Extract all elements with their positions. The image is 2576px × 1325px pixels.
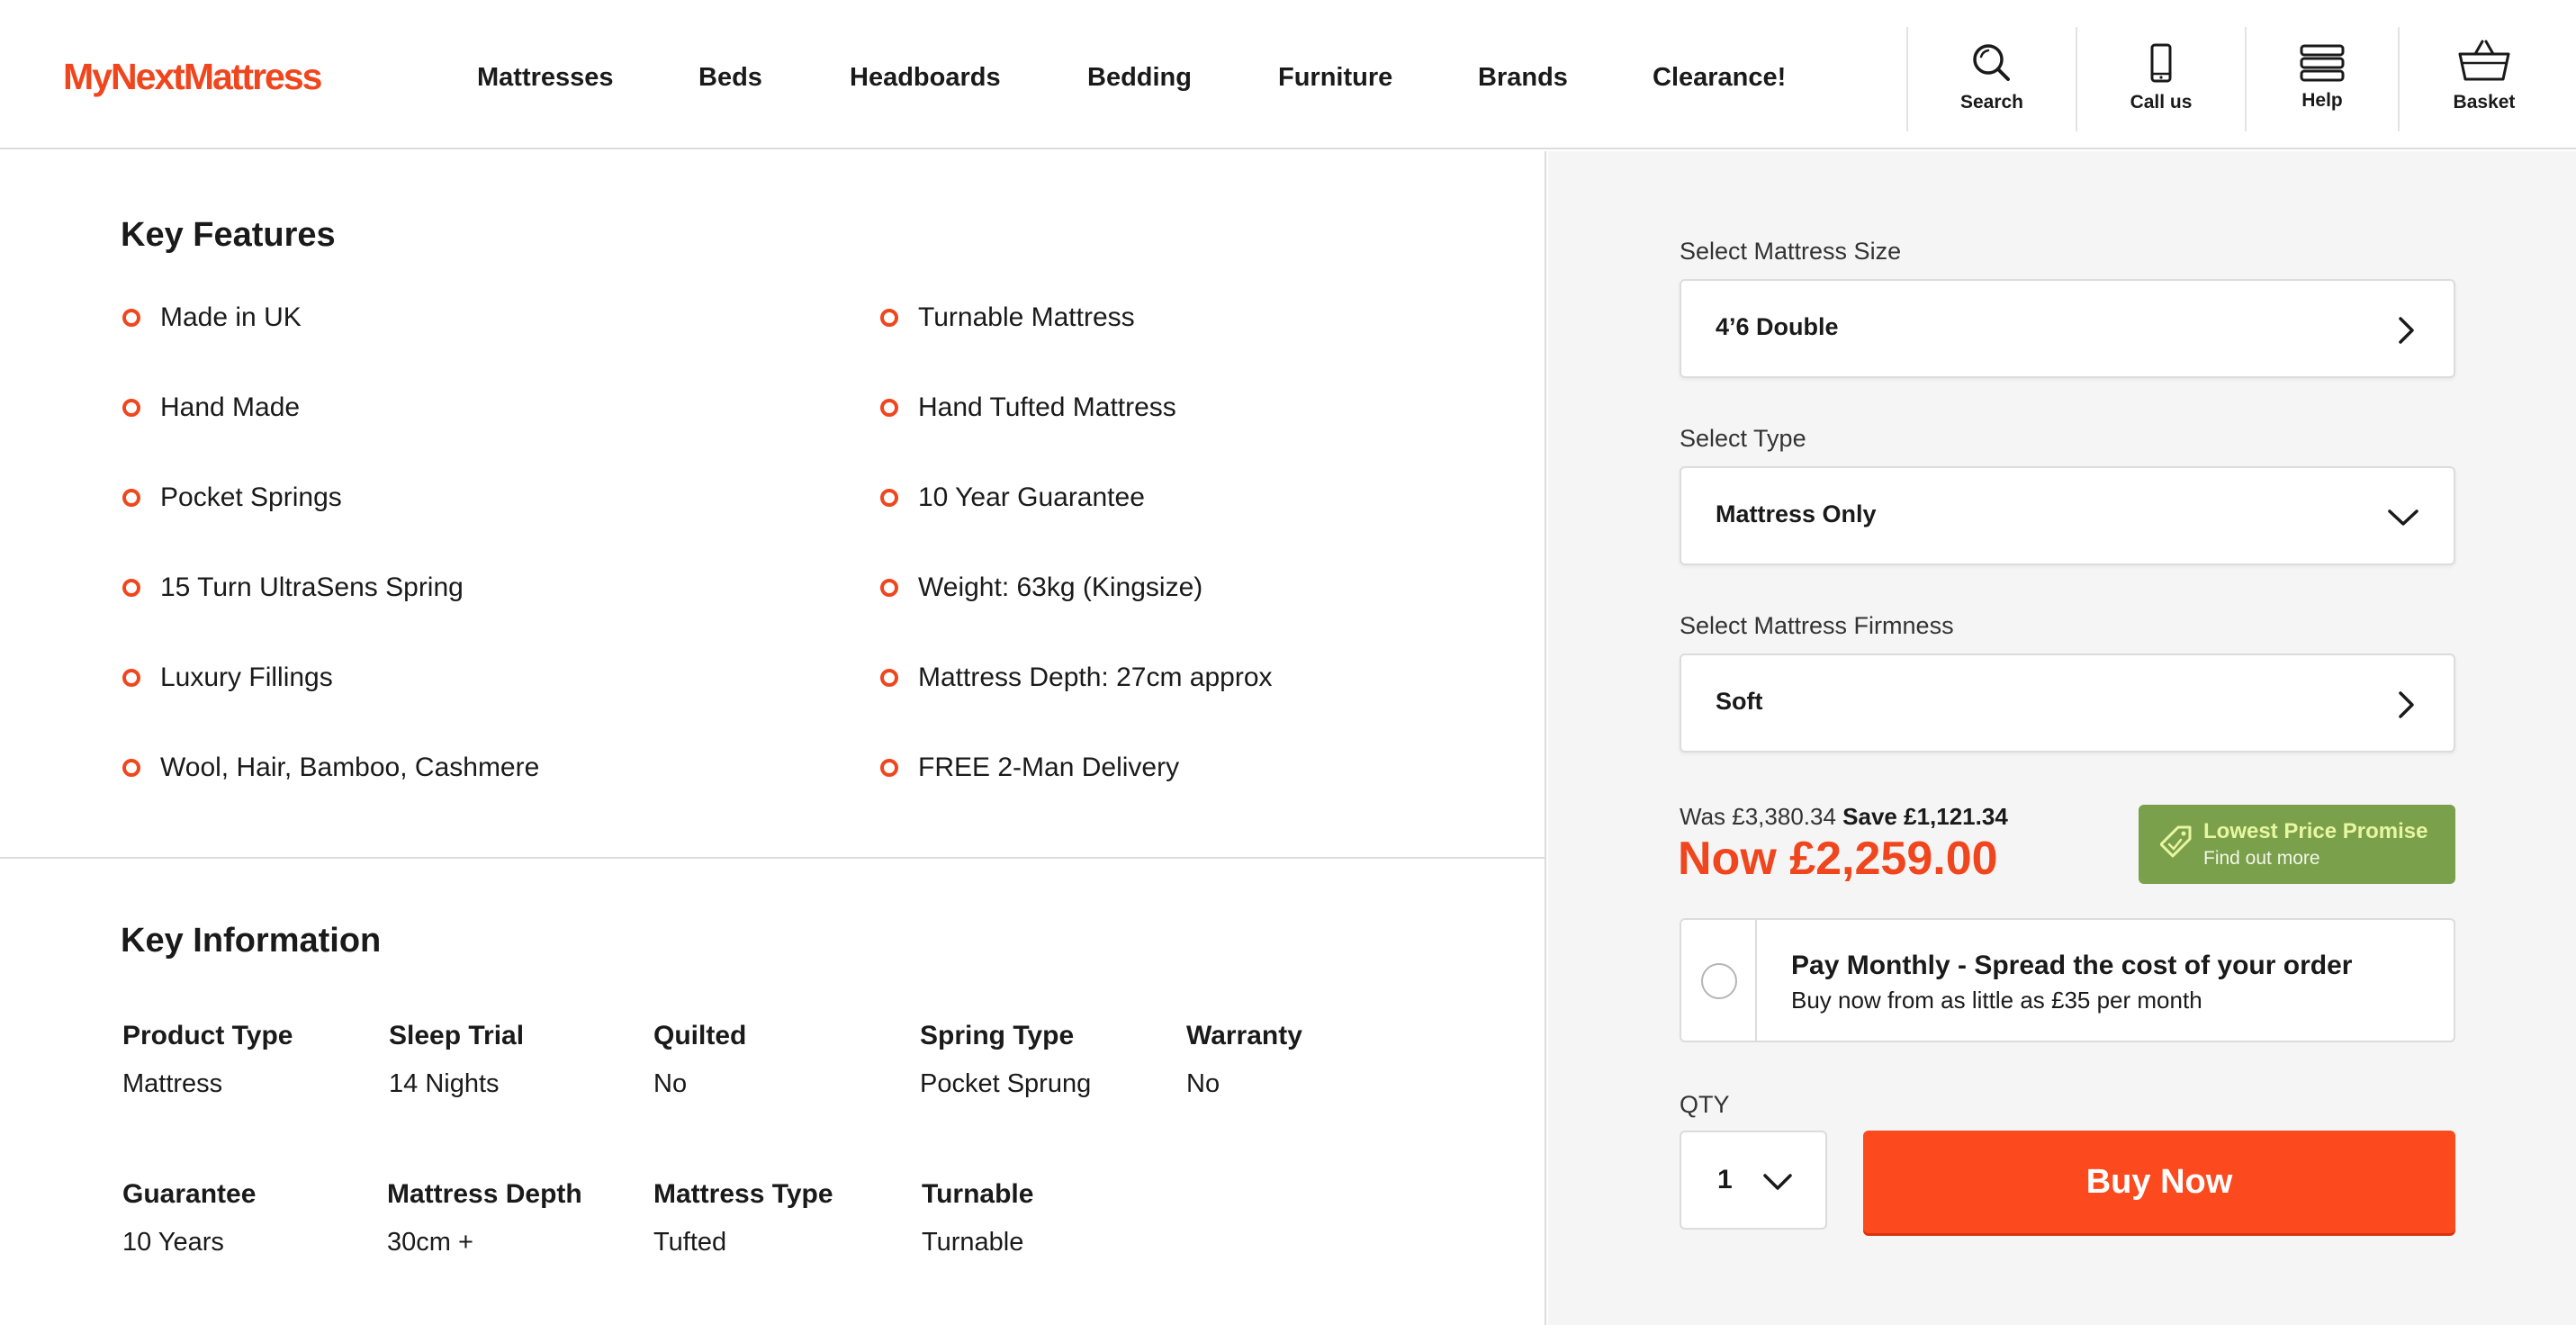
feature-item: 15 Turn UltraSens Spring <box>122 572 464 603</box>
info-quilted: Quilted No <box>653 1021 747 1098</box>
feature-item: FREE 2-Man Delivery <box>880 753 1179 783</box>
help-button[interactable]: Help <box>2245 27 2398 131</box>
type-label: Select Type <box>1680 425 1806 452</box>
size-value: 4’6 Double <box>1716 313 1839 340</box>
call-us-label: Call us <box>2130 92 2193 113</box>
feature-item: Pocket Springs <box>122 482 342 513</box>
search-button[interactable]: Search <box>1906 27 2076 131</box>
site-header: MyNextMattress Mattresses Beds Headboard… <box>0 0 2576 149</box>
help-label: Help <box>2301 90 2343 111</box>
nav-item-furniture[interactable]: Furniture <box>1278 63 1392 93</box>
info-guarantee: Guarantee 10 Years <box>122 1179 257 1257</box>
key-information-title: Key Information <box>121 922 382 960</box>
firmness-value: Soft <box>1716 688 1763 715</box>
info-product-type: Product Type Mattress <box>122 1021 293 1098</box>
bullet-icon <box>880 489 898 507</box>
feature-item: Made in UK <box>122 302 302 333</box>
nav-item-bedding[interactable]: Bedding <box>1087 63 1192 93</box>
bullet-icon <box>880 399 898 417</box>
qty-label: QTY <box>1680 1091 1730 1118</box>
site-logo[interactable]: MyNextMattress <box>63 56 322 98</box>
pay-monthly-radio[interactable] <box>1701 963 1737 999</box>
pay-monthly-option[interactable]: Pay Monthly - Spread the cost of your or… <box>1680 918 2455 1042</box>
type-select[interactable]: Mattress Only <box>1680 466 2455 565</box>
basket-icon <box>2458 40 2510 81</box>
info-mattress-type: Mattress Type Tufted <box>653 1179 833 1257</box>
bullet-icon <box>880 579 898 597</box>
call-us-button[interactable]: Call us <box>2076 27 2245 131</box>
info-warranty: Warranty No <box>1186 1021 1302 1098</box>
bullet-icon <box>880 669 898 687</box>
feature-item: 10 Year Guarantee <box>880 482 1145 513</box>
size-label: Select Mattress Size <box>1680 238 1902 265</box>
chevron-down-icon <box>2388 509 2418 526</box>
pay-monthly-title: Pay Monthly - Spread the cost of your or… <box>1791 951 2353 980</box>
phone-icon <box>2150 43 2172 83</box>
feature-item: Mattress Depth: 27cm approx <box>880 662 1273 693</box>
lowest-price-promise-button[interactable]: Lowest Price Promise Find out more <box>2139 805 2455 884</box>
bullet-icon <box>122 759 140 777</box>
basket-label: Basket <box>2453 92 2516 113</box>
info-mattress-depth: Mattress Depth 30cm + <box>387 1179 582 1257</box>
info-spring-type: Spring Type Pocket Sprung <box>920 1021 1092 1098</box>
nav-item-clearance[interactable]: Clearance! <box>1653 63 1786 93</box>
quantity-select[interactable]: 1 <box>1680 1131 1827 1230</box>
nav-item-headboards[interactable]: Headboards <box>850 63 1001 93</box>
bullet-icon <box>880 759 898 777</box>
product-details: Key Features Made in UK Hand Made Pocket… <box>0 151 1546 1325</box>
bullet-icon <box>122 489 140 507</box>
feature-item: Wool, Hair, Bamboo, Cashmere <box>122 753 539 783</box>
chevron-right-icon <box>2399 691 2414 718</box>
section-divider <box>0 857 1546 859</box>
pay-monthly-subtitle: Buy now from as little as £35 per month <box>1791 987 2202 1014</box>
bullet-icon <box>880 309 898 327</box>
search-label: Search <box>1959 92 2024 113</box>
feature-item: Weight: 63kg (Kingsize) <box>880 572 1202 603</box>
info-turnable: Turnable Turnable <box>922 1179 1034 1257</box>
chevron-right-icon <box>2399 317 2414 344</box>
nav-item-brands[interactable]: Brands <box>1478 63 1568 93</box>
type-value: Mattress Only <box>1716 500 1877 527</box>
bullet-icon <box>122 669 140 687</box>
info-sleep-trial: Sleep Trial 14 Nights <box>389 1021 525 1098</box>
bullet-icon <box>122 579 140 597</box>
chevron-down-icon <box>1763 1174 1792 1190</box>
nav-item-mattresses[interactable]: Mattresses <box>477 63 614 93</box>
was-price: Was £3,380.34 Save £1,121.34 <box>1680 803 2008 830</box>
search-icon <box>1973 44 2010 81</box>
feature-item: Hand Tufted Mattress <box>880 392 1176 423</box>
now-price: Now £2,259.00 <box>1678 833 1998 885</box>
radio-column <box>1681 920 1757 1041</box>
feature-item: Luxury Fillings <box>122 662 333 693</box>
size-select[interactable]: 4’6 Double <box>1680 279 2455 378</box>
firmness-label: Select Mattress Firmness <box>1680 612 1954 639</box>
firmness-select[interactable]: Soft <box>1680 653 2455 753</box>
feature-item: Turnable Mattress <box>880 302 1135 333</box>
promise-link[interactable]: Find out more <box>2203 848 2320 870</box>
nav-item-beds[interactable]: Beds <box>698 63 762 93</box>
purchase-panel: Select Mattress Size 4’6 Double Select T… <box>1548 151 2576 1325</box>
price-tag-icon <box>2160 825 2192 858</box>
buy-now-button[interactable]: Buy Now <box>1863 1131 2455 1233</box>
menu-icon <box>2300 44 2345 82</box>
bullet-icon <box>122 399 140 417</box>
promise-title: Lowest Price Promise <box>2203 819 2428 843</box>
save-amount: Save £1,121.34 <box>1842 803 2008 830</box>
bullet-icon <box>122 309 140 327</box>
qty-value: 1 <box>1717 1165 1733 1194</box>
key-features-title: Key Features <box>121 216 336 254</box>
feature-item: Hand Made <box>122 392 300 423</box>
basket-button[interactable]: Basket <box>2398 27 2569 131</box>
